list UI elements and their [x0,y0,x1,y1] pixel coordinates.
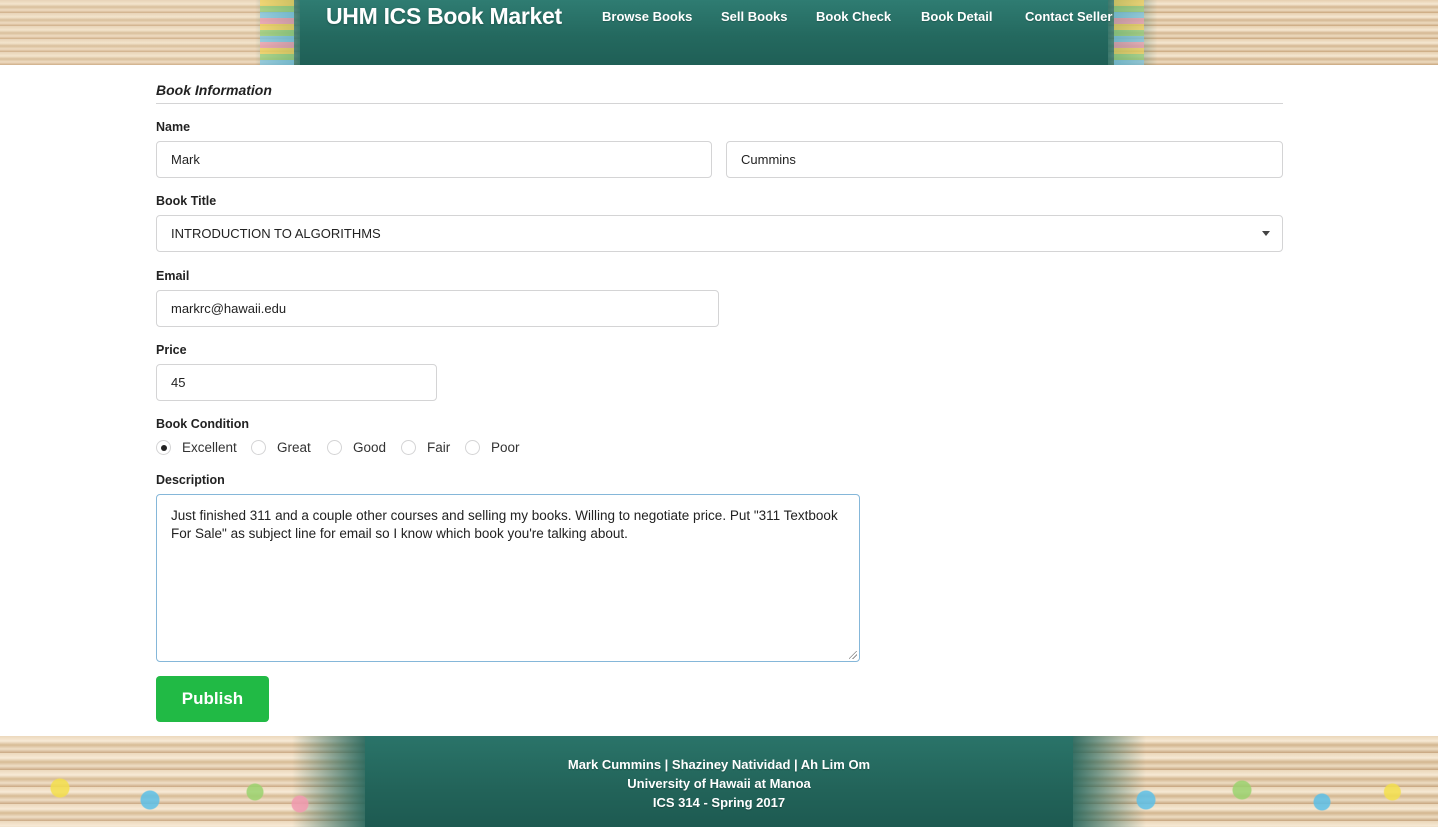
radio-unchecked-icon [465,440,480,455]
brand-title[interactable]: UHM ICS Book Market [326,3,562,30]
description-label: Description [156,473,225,487]
resize-grip-icon[interactable] [849,651,857,659]
section-title: Book Information [156,82,272,98]
nav-book-detail[interactable]: Book Detail [921,9,993,24]
books-decoration-left [0,0,300,65]
description-text: Just finished 311 and a couple other cou… [171,508,838,541]
last-name-field[interactable]: Cummins [726,141,1283,178]
email-field[interactable]: markrc@hawaii.edu [156,290,719,327]
radio-unchecked-icon [327,440,342,455]
nav-sell-books[interactable]: Sell Books [721,9,787,24]
nav-contact-seller[interactable]: Contact Seller [1025,9,1112,24]
name-label: Name [156,120,191,134]
section-divider [156,103,1283,104]
radio-unchecked-icon [251,440,266,455]
price-field[interactable]: 45 [156,364,437,401]
book-title-dropdown[interactable]: INTRODUCTION TO ALGORITHMS [156,215,1283,252]
nav-book-check[interactable]: Book Check [816,9,891,24]
caret-down-icon [1262,231,1270,236]
publish-button[interactable]: Publish [156,676,269,722]
radio-unchecked-icon [401,440,416,455]
book-title-selected: INTRODUCTION TO ALGORITHMS [171,226,381,241]
books-decoration-right [1108,0,1438,65]
email-label: Email [156,269,190,283]
price-label: Price [156,343,187,357]
description-textarea[interactable]: Just finished 311 and a couple other cou… [156,494,860,662]
radio-checked-icon [156,440,171,455]
condition-label: Book Condition [156,417,250,431]
top-navbar: UHM ICS Book Market Browse Books Sell Bo… [0,0,1438,65]
book-title-label: Book Title [156,194,217,208]
footer-course: ICS 314 - Spring 2017 [652,795,786,810]
footer-authors: Mark Cummins | Shaziney Natividad | Ah L… [567,757,871,772]
footer-university: University of Hawaii at Manoa [627,776,811,791]
nav-browse-books[interactable]: Browse Books [602,9,692,24]
footer: Mark Cummins | Shaziney Natividad | Ah L… [0,736,1438,827]
first-name-field[interactable]: Mark [156,141,712,178]
